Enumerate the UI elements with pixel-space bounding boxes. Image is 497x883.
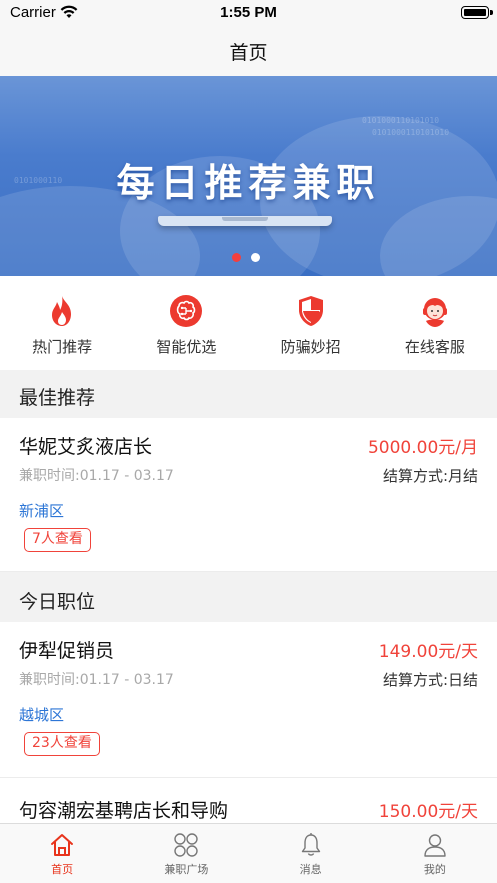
view-count-badge: 7人查看 — [24, 528, 91, 552]
view-count-badge: 23人查看 — [24, 732, 100, 756]
tab-label: 兼职广场 — [164, 863, 209, 876]
navigation-bar: 首页 — [0, 26, 497, 76]
tab-label: 首页 — [51, 863, 74, 876]
tab-label: 我的 — [423, 863, 446, 876]
job-salary: 150.00元/天 — [378, 802, 478, 822]
brain-icon — [170, 295, 203, 327]
job-area[interactable]: 新浦区 — [19, 500, 64, 521]
job-settlement: 结算方式:月结 — [382, 467, 478, 485]
section-title: 今日职位 — [19, 591, 96, 613]
quick-label: 智能优选 — [156, 338, 217, 356]
carousel-indicator[interactable] — [232, 253, 260, 262]
job-time: 兼职时间:01.17 - 03.17 — [19, 468, 174, 484]
quick-label: 热门推荐 — [32, 338, 93, 356]
quick-menu: 热门推荐 智能优选 防骗妙招 在线客服 — [0, 276, 497, 370]
job-card[interactable]: 句容潮宏基聘店长和导购 150.00元/天 — [0, 778, 497, 824]
page-title: 首页 — [229, 42, 268, 64]
job-card[interactable]: 华妮艾炙液店长 5000.00元/月 兼职时间:01.17 - 03.17 结算… — [0, 418, 497, 572]
job-title: 伊犁促销员 — [19, 640, 115, 662]
binary-decoration: 0101000110101010 — [372, 128, 450, 137]
job-title: 华妮艾炙液店长 — [19, 436, 153, 458]
tab-profile[interactable]: 我的 — [373, 824, 497, 883]
job-card[interactable]: 伊犁促销员 149.00元/天 兼职时间:01.17 - 03.17 结算方式:… — [0, 622, 497, 778]
job-title: 句容潮宏基聘店长和导购 — [19, 800, 229, 822]
banner-carousel[interactable]: 0101000110101010 0101000110101010 010100… — [0, 76, 497, 276]
quick-item-antifraud[interactable]: 防骗妙招 — [249, 276, 373, 370]
headset-icon — [422, 298, 447, 327]
quick-item-hot[interactable]: 热门推荐 — [0, 276, 124, 370]
status-bar: Carrier 1:55 PM — [0, 0, 497, 26]
clock: 1:55 PM — [220, 4, 277, 21]
section-title: 最佳推荐 — [19, 387, 96, 409]
job-area[interactable]: 越城区 — [19, 704, 64, 725]
job-salary: 5000.00元/月 — [367, 438, 478, 458]
quick-item-smart[interactable]: 智能优选 — [124, 276, 248, 370]
job-time: 兼职时间:01.17 - 03.17 — [19, 672, 174, 688]
quick-label: 在线客服 — [404, 338, 465, 356]
home-icon — [51, 834, 74, 856]
laptop-notch — [222, 217, 268, 221]
tab-bar: 首页 兼职广场 消息 我的 — [0, 823, 497, 883]
section-header-today: 今日职位 — [0, 576, 497, 622]
tab-label: 消息 — [299, 863, 322, 876]
quick-item-support[interactable]: 在线客服 — [373, 276, 497, 370]
grid-icon — [174, 833, 199, 857]
shield-icon — [298, 296, 323, 326]
job-settlement: 结算方式:日结 — [382, 671, 478, 689]
tab-messages[interactable]: 消息 — [249, 824, 373, 883]
carousel-dot[interactable] — [251, 253, 260, 262]
tab-square[interactable]: 兼职广场 — [124, 824, 248, 883]
bell-icon — [301, 833, 320, 856]
fire-icon — [52, 296, 72, 326]
banner-headline: 每日推荐兼职 — [116, 160, 381, 205]
section-header-best: 最佳推荐 — [0, 372, 497, 418]
job-salary: 149.00元/天 — [378, 642, 478, 662]
tab-home[interactable]: 首页 — [0, 824, 124, 883]
binary-decoration: 0101000110101010 — [362, 116, 440, 125]
carousel-dot-active[interactable] — [232, 253, 241, 262]
quick-label: 防骗妙招 — [280, 338, 341, 356]
battery-icon — [461, 6, 493, 19]
user-icon — [424, 834, 446, 857]
